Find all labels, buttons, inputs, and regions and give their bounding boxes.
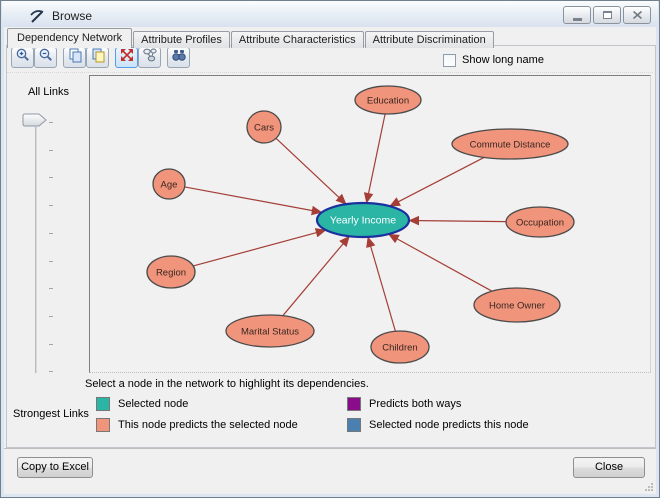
graph-node-label: Children bbox=[382, 343, 417, 354]
graph-node-occupation[interactable]: Occupation bbox=[506, 207, 574, 237]
tab-attribute-discrimination[interactable]: Attribute Discrimination bbox=[365, 31, 494, 48]
close-button[interactable]: Close bbox=[573, 457, 645, 478]
maximize-button[interactable] bbox=[593, 6, 621, 24]
browse-window: Browse Dependency NetworkAttribute Profi… bbox=[0, 0, 660, 498]
legend-item: Selected node predicts this node bbox=[347, 418, 529, 432]
zoom-in-icon bbox=[15, 47, 31, 68]
graph-node-label: Yearly Income bbox=[330, 215, 396, 227]
find-node-icon bbox=[171, 47, 187, 68]
minimize-icon bbox=[573, 18, 582, 21]
tab-strip: Dependency NetworkAttribute ProfilesAttr… bbox=[7, 28, 495, 48]
graph-node-cars[interactable]: Cars bbox=[247, 111, 281, 143]
maximize-icon bbox=[603, 11, 612, 19]
graph-node-label: Occupation bbox=[516, 218, 564, 229]
legend-label: Predicts both ways bbox=[369, 398, 461, 410]
slider-tick bbox=[49, 205, 53, 206]
toolbar-separator bbox=[7, 72, 653, 73]
all-links-label: All Links bbox=[28, 86, 69, 98]
dependency-arrow bbox=[367, 114, 386, 203]
graph-node-education[interactable]: Education bbox=[355, 86, 421, 114]
graph-node-label: Education bbox=[367, 96, 409, 107]
graph-node-label: Home Owner bbox=[489, 301, 545, 312]
close-window-button[interactable] bbox=[623, 6, 651, 24]
copy-button[interactable] bbox=[63, 47, 86, 68]
dependency-arrow bbox=[193, 230, 326, 266]
slider-tick bbox=[49, 150, 53, 151]
legend-item: Predicts both ways bbox=[347, 397, 461, 411]
legend-swatch bbox=[347, 397, 361, 411]
legend-label: Selected node predicts this node bbox=[369, 419, 529, 431]
minimize-button[interactable] bbox=[563, 6, 591, 24]
slider-tick bbox=[49, 371, 53, 372]
find-node-button[interactable] bbox=[167, 47, 190, 68]
dependency-arrow bbox=[185, 187, 322, 212]
dependency-arrow bbox=[368, 237, 395, 331]
slider-tick bbox=[49, 344, 53, 345]
copy-graph-view-button[interactable] bbox=[86, 47, 109, 68]
graph-node-label: Marital Status bbox=[241, 327, 299, 338]
graph-node-label: Age bbox=[161, 180, 178, 191]
slider-tick bbox=[49, 316, 53, 317]
resize-grip-icon[interactable] bbox=[643, 481, 654, 492]
legend-item: Selected node bbox=[96, 397, 188, 411]
title-bar: Browse bbox=[2, 1, 658, 27]
window-title: Browse bbox=[52, 9, 92, 23]
graph-node-yearly-income[interactable]: Yearly Income bbox=[317, 203, 409, 237]
dependency-arrow bbox=[389, 234, 492, 291]
graph-toolbar bbox=[11, 47, 190, 68]
copy-icon bbox=[67, 47, 83, 68]
dependency-arrow bbox=[276, 138, 346, 204]
slider-tick bbox=[49, 288, 53, 289]
scatter-layout-button[interactable] bbox=[138, 47, 161, 68]
zoom-out-button[interactable] bbox=[34, 47, 57, 68]
graph-node-age[interactable]: Age bbox=[153, 169, 185, 199]
slider-tick bbox=[49, 122, 53, 123]
dependency-arrow bbox=[283, 236, 350, 315]
legend-swatch bbox=[347, 418, 361, 432]
improve-layout-icon bbox=[119, 47, 135, 68]
graph-node-commute-distance[interactable]: Commute Distance bbox=[452, 129, 568, 159]
graph-node-home-owner[interactable]: Home Owner bbox=[474, 288, 560, 322]
slider-tick bbox=[49, 261, 53, 262]
graph-node-label: Cars bbox=[254, 123, 274, 134]
close-icon bbox=[633, 11, 642, 19]
dependency-graph-svg: Education Cars Commute Distance Age Occupati… bbox=[90, 76, 650, 372]
graph-node-label: Commute Distance bbox=[470, 140, 551, 151]
slider-tick bbox=[49, 233, 53, 234]
legend-label: Selected node bbox=[118, 398, 188, 410]
scatter-layout-icon bbox=[142, 47, 158, 68]
graph-node-children[interactable]: Children bbox=[371, 331, 429, 363]
copy-graph-view-icon bbox=[90, 47, 106, 68]
links-slider-track[interactable] bbox=[35, 127, 37, 373]
show-long-name-label: Show long name bbox=[462, 54, 544, 66]
legend-item: This node predicts the selected node bbox=[96, 418, 298, 432]
tab-attribute-profiles[interactable]: Attribute Profiles bbox=[133, 31, 230, 48]
strongest-links-label: Strongest Links bbox=[13, 408, 89, 420]
graph-node-label: Region bbox=[156, 268, 186, 279]
graph-hint-text: Select a node in the network to highligh… bbox=[85, 378, 369, 390]
dependency-arrow bbox=[409, 221, 506, 222]
legend-swatch bbox=[96, 397, 110, 411]
legend: Selected node This node predicts the sele… bbox=[96, 397, 636, 439]
window-controls bbox=[563, 6, 651, 24]
copy-to-excel-button[interactable]: Copy to Excel bbox=[17, 457, 93, 478]
links-slider-thumb[interactable] bbox=[22, 113, 48, 127]
zoom-out-icon bbox=[38, 47, 54, 68]
pickaxe-icon bbox=[29, 8, 45, 24]
slider-tick bbox=[49, 177, 53, 178]
tab-attribute-characteristics[interactable]: Attribute Characteristics bbox=[231, 31, 364, 48]
legend-label: This node predicts the selected node bbox=[118, 419, 298, 431]
legend-swatch bbox=[96, 418, 110, 432]
footer-separator bbox=[4, 448, 656, 449]
improve-layout-button[interactable] bbox=[115, 47, 138, 68]
show-long-name-checkbox[interactable] bbox=[443, 54, 456, 67]
zoom-in-button[interactable] bbox=[11, 47, 34, 68]
tab-dependency-network[interactable]: Dependency Network bbox=[7, 28, 132, 48]
graph-node-marital-status[interactable]: Marital Status bbox=[226, 315, 314, 347]
dependency-arrow bbox=[390, 157, 484, 206]
graph-node-region[interactable]: Region bbox=[147, 256, 195, 288]
